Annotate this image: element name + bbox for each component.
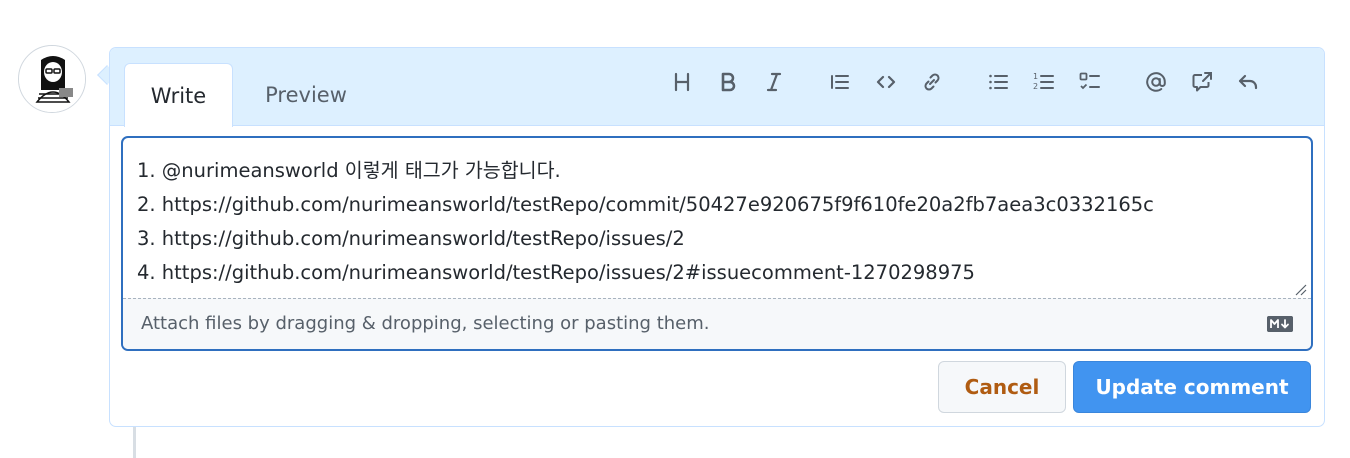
unordered-list-icon[interactable]	[980, 60, 1016, 104]
editor-line: 2. https://github.com/nurimeansworld/tes…	[137, 193, 1154, 216]
attach-files-dropzone[interactable]: Attach files by dragging & dropping, sel…	[123, 298, 1311, 349]
ordered-list-icon[interactable]: 12	[1026, 60, 1062, 104]
attach-files-hint: Attach files by dragging & dropping, sel…	[141, 313, 710, 334]
cross-reference-icon[interactable]	[1184, 60, 1220, 104]
cancel-button[interactable]: Cancel	[938, 361, 1066, 413]
timeline-line	[133, 426, 136, 458]
bold-icon[interactable]	[710, 60, 746, 104]
tab-preview[interactable]: Preview	[248, 63, 364, 127]
heading-icon[interactable]	[664, 60, 700, 104]
link-icon[interactable]	[914, 60, 950, 104]
italic-icon[interactable]	[756, 60, 792, 104]
update-comment-button[interactable]: Update comment	[1073, 361, 1311, 413]
reply-icon[interactable]	[1230, 60, 1266, 104]
comment-textarea[interactable]: 1. @nurimeansworld 이렇게 태그가 가능합니다. 2. http…	[123, 138, 1311, 299]
editor-line: 4. https://github.com/nurimeansworld/tes…	[137, 261, 975, 284]
editor-line: 1. @nurimeansworld 이렇게 태그가 가능합니다.	[137, 159, 561, 182]
editor-header: Write Preview 1 2	[110, 48, 1324, 127]
comment-edit-form: Write Preview 1 2 1. @nurimeansworld 이렇게…	[109, 47, 1325, 427]
comment-edit-page: Write Preview 1 2 1. @nurimeansworld 이렇게…	[0, 0, 1350, 458]
quote-icon[interactable]	[822, 60, 858, 104]
resize-grip-icon[interactable]	[1293, 282, 1307, 296]
avatar-illustration	[19, 46, 85, 112]
tab-write[interactable]: Write	[124, 63, 233, 127]
comment-editor[interactable]: 1. @nurimeansworld 이렇게 태그가 가능합니다. 2. http…	[121, 136, 1313, 351]
svg-text:2: 2	[1033, 82, 1038, 91]
mention-icon[interactable]	[1138, 60, 1174, 104]
markdown-icon	[1267, 316, 1293, 332]
avatar[interactable]	[18, 45, 86, 113]
task-list-icon[interactable]	[1072, 60, 1108, 104]
svg-text:1: 1	[1033, 72, 1038, 81]
editor-line: 3. https://github.com/nurimeansworld/tes…	[137, 227, 685, 250]
code-icon[interactable]	[868, 60, 904, 104]
